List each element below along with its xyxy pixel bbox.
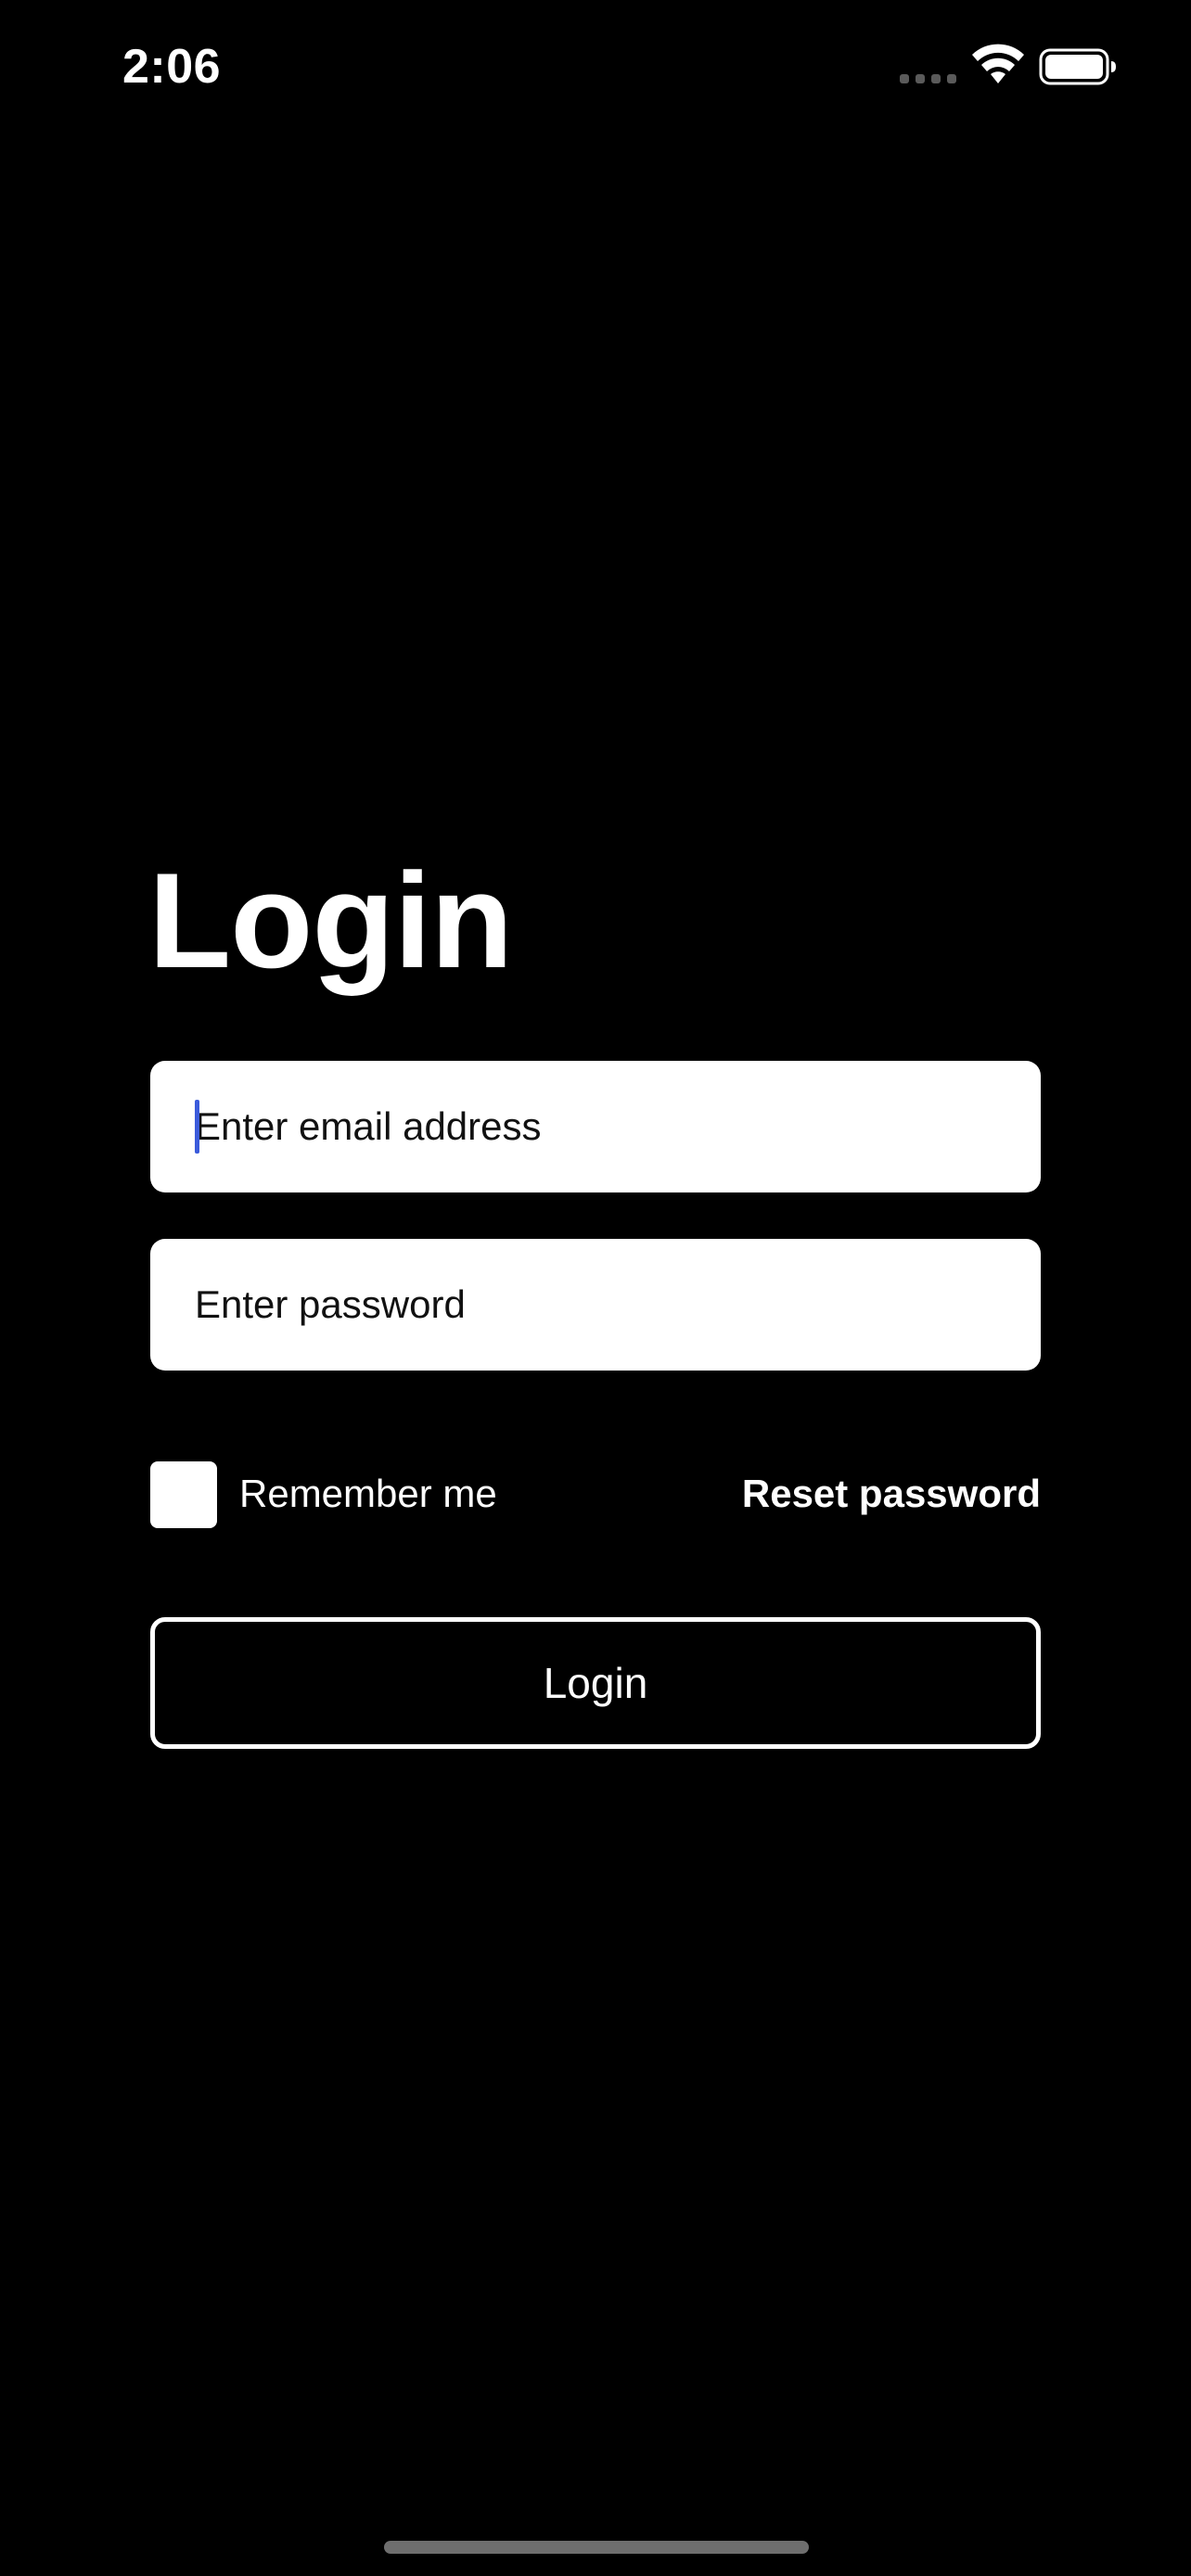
battery-icon: [1039, 48, 1116, 85]
password-field-container[interactable]: [150, 1239, 1041, 1371]
login-button[interactable]: Login: [150, 1617, 1041, 1749]
text-caret: [195, 1100, 199, 1154]
email-input[interactable]: [195, 1061, 1011, 1192]
password-input[interactable]: [195, 1239, 1011, 1371]
remember-me-label[interactable]: Remember me: [239, 1469, 497, 1519]
home-indicator[interactable]: [384, 2541, 809, 2554]
reset-password-link[interactable]: Reset password: [742, 1469, 1041, 1519]
status-bar: 2:06: [0, 0, 1191, 139]
remember-me-checkbox[interactable]: [150, 1461, 217, 1528]
cellular-signal-icon: [900, 74, 957, 85]
email-field-container[interactable]: [150, 1061, 1041, 1192]
remember-row: Remember me Reset password: [150, 1460, 1041, 1528]
status-time: 2:06: [122, 40, 222, 94]
wifi-icon: [972, 44, 1024, 83]
page-title: Login: [148, 845, 513, 996]
